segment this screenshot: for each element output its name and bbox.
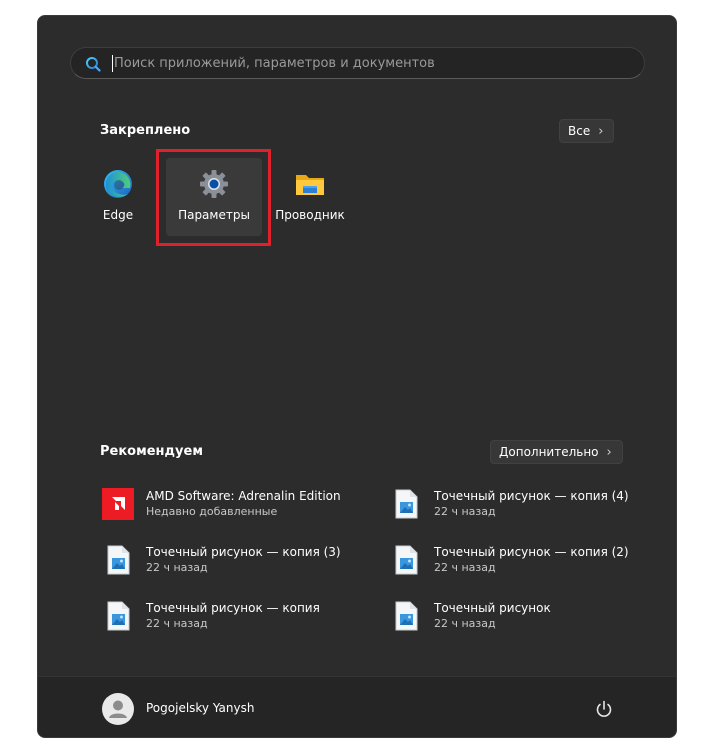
user-avatar-icon[interactable]	[102, 693, 134, 725]
recommended-item-file-2[interactable]: Точечный рисунок — копия (2) 22 ч назад	[390, 540, 640, 580]
start-footer: Pogojelsky Yanysh	[38, 676, 676, 737]
chevron-right-icon: ›	[606, 445, 612, 460]
recommended-item-file-3[interactable]: Точечный рисунок — копия (3) 22 ч назад	[102, 540, 352, 580]
recommended-item-name: Точечный рисунок — копия (3)	[146, 545, 341, 559]
all-apps-button[interactable]: Все ›	[559, 119, 615, 143]
pinned-app-explorer[interactable]: Проводник	[262, 158, 358, 236]
more-button[interactable]: Дополнительно ›	[490, 440, 623, 464]
search-caret	[112, 55, 113, 72]
more-label: Дополнительно	[499, 445, 599, 459]
recommended-item-time: 22 ч назад	[146, 617, 208, 630]
recommended-item-name: AMD Software: Adrenalin Edition	[146, 489, 341, 503]
recommended-item-time: 22 ч назад	[434, 617, 496, 630]
recommended-item-file-4[interactable]: Точечный рисунок — копия (4) 22 ч назад	[390, 484, 640, 524]
chevron-right-icon: ›	[598, 124, 604, 139]
recommended-item-time: 22 ч назад	[434, 505, 496, 518]
edge-icon	[104, 170, 132, 198]
folder-icon	[296, 175, 324, 195]
power-icon[interactable]	[592, 697, 616, 721]
image-file-icon	[395, 545, 418, 575]
recommended-item-amd[interactable]: AMD Software: Adrenalin Edition Недавно …	[102, 484, 352, 524]
recommended-item-name: Точечный рисунок	[434, 601, 551, 615]
search-box[interactable]: Поиск приложений, параметров и документо…	[70, 47, 645, 79]
app-label: Параметры	[178, 208, 250, 222]
recommended-title: Рекомендуем	[100, 444, 203, 459]
image-file-icon	[395, 601, 418, 631]
recommended-item-time: 22 ч назад	[434, 561, 496, 574]
recommended-item-time: Недавно добавленные	[146, 505, 278, 518]
image-file-icon	[395, 489, 418, 519]
user-name[interactable]: Pogojelsky Yanysh	[146, 701, 254, 716]
recommended-item-file-1[interactable]: Точечный рисунок — копия 22 ч назад	[102, 596, 352, 636]
pinned-app-edge[interactable]: Edge	[70, 158, 166, 236]
search-input[interactable]: Поиск приложений, параметров и документо…	[114, 55, 435, 72]
recommended-item-name: Точечный рисунок — копия	[146, 601, 320, 615]
app-label: Edge	[102, 208, 134, 222]
recommended-item-file[interactable]: Точечный рисунок 22 ч назад	[390, 596, 640, 636]
image-file-icon	[107, 545, 130, 575]
recommended-item-name: Точечный рисунок — копия (4)	[434, 489, 629, 503]
search-icon	[86, 57, 101, 72]
all-apps-label: Все	[568, 124, 591, 138]
recommended-item-name: Точечный рисунок — копия (2)	[434, 545, 629, 559]
app-label: Проводник	[275, 208, 345, 222]
start-menu: Поиск приложений, параметров и документо…	[37, 15, 677, 738]
gear-icon	[200, 170, 228, 198]
pinned-title: Закреплено	[100, 123, 191, 138]
recommended-item-time: 22 ч назад	[146, 561, 208, 574]
pinned-app-settings[interactable]: Параметры	[166, 158, 262, 236]
amd-icon	[102, 488, 134, 520]
image-file-icon	[107, 601, 130, 631]
